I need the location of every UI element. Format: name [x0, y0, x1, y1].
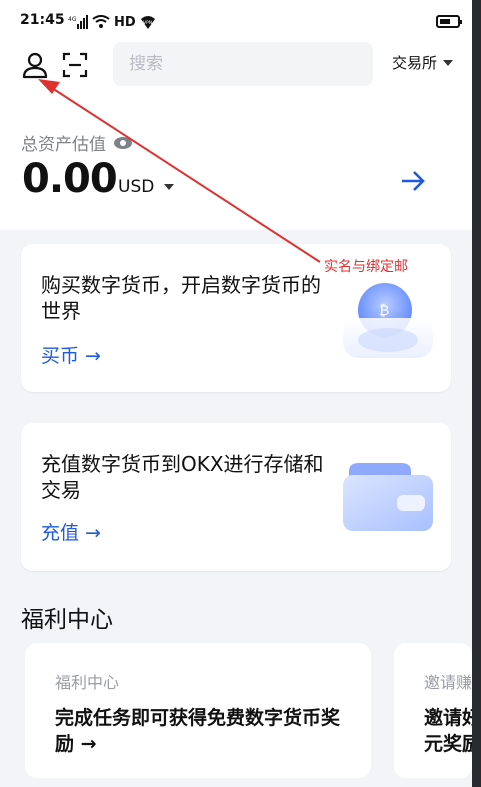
search-placeholder: 搜索 — [129, 54, 163, 74]
screen-edge — [472, 0, 481, 787]
welfare-heading: 福利中心 — [21, 607, 113, 633]
wifi-icon — [92, 15, 110, 28]
hd-indicator: HD — [114, 14, 136, 30]
invite-card-title: 邀请好友 元奖励 — [424, 707, 472, 755]
scan-icon[interactable] — [60, 50, 90, 80]
svg-text:₿: ₿ — [379, 303, 389, 319]
invite-card[interactable]: 邀请赚 邀请好友 元奖励 — [394, 643, 472, 778]
status-time: 21:45 — [20, 12, 65, 28]
exchange-selector[interactable]: 交易所 — [392, 52, 454, 73]
assets-label: 总资产估值 — [21, 135, 106, 155]
wallet-illustration — [343, 463, 433, 531]
coin-illustration: ₿ — [343, 283, 433, 358]
battery-icon — [436, 15, 462, 28]
profile-icon[interactable] — [20, 50, 50, 80]
annotation-label: 实名与绑定邮 — [324, 259, 408, 275]
chevron-down-icon — [164, 184, 175, 190]
buy-link[interactable]: 买币 → — [41, 341, 101, 368]
currency-label: USD — [118, 177, 155, 197]
svg-text:4G: 4G — [68, 16, 77, 23]
status-bar: 21:45 4G HD VPN — [20, 12, 462, 32]
welfare-card-title: 完成任务即可获得免费数字货币奖励 → — [55, 707, 341, 755]
currency-selector[interactable]: USD — [118, 177, 175, 197]
invite-card-label: 邀请赚 — [424, 673, 472, 692]
arrow-right-icon[interactable] — [399, 169, 427, 193]
vpn-icon: VPN — [140, 16, 155, 29]
card-title: 充值数字货币到OKX进行存储和交易 — [41, 452, 324, 502]
assets-label-row: 总资产估值 — [21, 130, 132, 155]
status-icons: 4G HD VPN — [68, 14, 156, 30]
welfare-card[interactable]: 福利中心 完成任务即可获得免费数字货币奖励 → — [25, 643, 371, 778]
deposit-card[interactable]: 充值数字货币到OKX进行存储和交易 充值 → — [21, 423, 451, 571]
signal-icon: 4G — [68, 15, 88, 29]
welfare-card-label: 福利中心 — [55, 673, 120, 692]
assets-amount: 0.00 — [22, 156, 118, 202]
eye-icon[interactable] — [114, 136, 132, 149]
svg-text:VPN: VPN — [143, 20, 152, 26]
deposit-link[interactable]: 充值 → — [41, 518, 101, 545]
search-input[interactable]: 搜索 — [113, 42, 373, 86]
card-title: 购买数字货币，开启数字货币的世界 — [41, 273, 321, 323]
chevron-down-icon — [443, 59, 454, 66]
exchange-label: 交易所 — [392, 54, 438, 72]
